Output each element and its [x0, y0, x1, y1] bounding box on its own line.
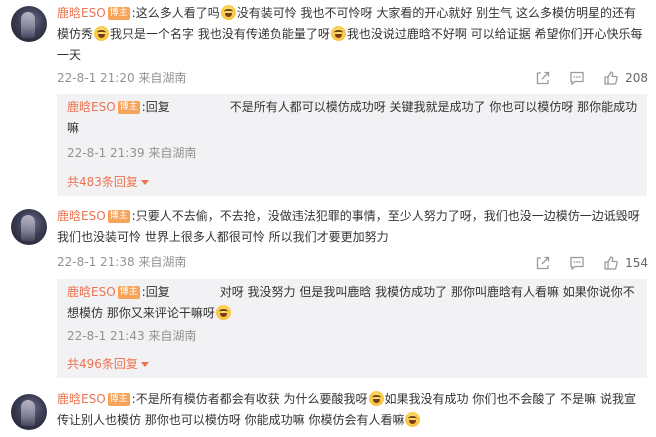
comment-item: 鹿晗ESO 博主:不是所有模仿者都会有收获 为什么要酸我呀 如果我没有成功 你们也不…: [0, 380, 656, 437]
comment-body: :只要人不去偷，不去抢，没做违法犯罪的事情，至少人努力了呀，我们也没一边模仿一边…: [57, 209, 640, 244]
chevron-down-icon: [140, 362, 149, 367]
username[interactable]: 鹿晗ESO: [67, 100, 116, 114]
like-count: 208: [625, 71, 648, 85]
avatar[interactable]: [11, 209, 47, 245]
comment-icon: [570, 256, 584, 271]
blogger-badge: 博主: [107, 210, 130, 223]
reply-prefix: :回复: [141, 100, 170, 114]
avatar[interactable]: [11, 6, 47, 42]
like-button[interactable]: 208: [603, 70, 648, 86]
laugh-cry-emoji-icon: [330, 26, 346, 41]
share-icon: [536, 256, 550, 270]
like-icon: [604, 256, 618, 270]
laugh-cry-emoji-icon: [405, 412, 421, 427]
like-count: 154: [625, 256, 648, 270]
laugh-cry-emoji-icon: [368, 391, 384, 406]
like-button[interactable]: 154: [603, 255, 648, 271]
blogger-badge: 博主: [117, 286, 140, 299]
username[interactable]: 鹿晗ESO: [67, 285, 116, 299]
reply-text: 鹿晗ESO 博主:回复 不是所有人都可以模仿成功呀 关键我就是成功了 你也可以模仿呀…: [67, 97, 639, 139]
comment-text: 鹿晗ESO 博主:只要人不去偷，不去抢，没做违法犯罪的事情，至少人努力了呀，我们也…: [57, 206, 647, 248]
comment-text: 鹿晗ESO 博主:不是所有模仿者都会有收获 为什么要酸我呀 如果我没有成功 你们也不…: [57, 389, 647, 431]
comment-item: 鹿晗ESO 博主:这么多人看了吗 没有装可怜 我也不可怜呀 大家看的开心就好 别生气…: [0, 0, 656, 200]
blogger-badge: 博主: [117, 101, 140, 114]
share-button[interactable]: [535, 70, 551, 86]
reply-box: 鹿晗ESO 博主:回复 对呀 我没努力 但是我叫鹿晗 我模仿成功了 那你叫鹿晗有人看…: [57, 279, 647, 378]
laugh-cry-emoji-icon: [220, 5, 236, 20]
comment-text: 鹿晗ESO 博主:这么多人看了吗 没有装可怜 我也不可怜呀 大家看的开心就好 别生气…: [57, 3, 647, 66]
comment-meta: 22-8-1 21:20 来自湖南: [57, 71, 187, 85]
more-replies-link[interactable]: 共483条回复: [67, 173, 149, 190]
share-button[interactable]: [535, 255, 551, 271]
comment-button[interactable]: [569, 70, 585, 86]
username[interactable]: 鹿晗ESO: [57, 209, 106, 223]
chevron-down-icon: [140, 180, 149, 185]
like-icon: [604, 71, 618, 85]
comment-actions: 154: [517, 254, 648, 272]
reply-box: 鹿晗ESO 博主:回复 不是所有人都可以模仿成功呀 关键我就是成功了 你也可以模仿呀…: [57, 94, 647, 196]
comment-item: 鹿晗ESO 博主:只要人不去偷，不去抢，没做违法犯罪的事情，至少人努力了呀，我们也…: [0, 200, 656, 380]
comment-actions: 208: [517, 69, 648, 87]
more-replies-label: 共483条回复: [67, 175, 138, 189]
username[interactable]: 鹿晗ESO: [57, 392, 106, 406]
blogger-badge: 博主: [107, 7, 130, 20]
share-icon: [536, 71, 550, 85]
laugh-cry-emoji-icon: [215, 305, 231, 320]
more-replies-label: 共496条回复: [67, 357, 138, 371]
laugh-cry-emoji-icon: [94, 26, 110, 41]
comment-meta: 22-8-1 21:38 来自湖南: [57, 255, 187, 269]
blogger-badge: 博主: [107, 393, 130, 406]
reply-text: 鹿晗ESO 博主:回复 对呀 我没努力 但是我叫鹿晗 我模仿成功了 那你叫鹿晗有人看…: [67, 282, 639, 324]
comment-body: :这么多人看了吗: [131, 6, 220, 20]
reply-prefix: :回复: [141, 285, 170, 299]
more-replies-link[interactable]: 共496条回复: [67, 355, 149, 372]
username[interactable]: 鹿晗ESO: [57, 6, 106, 20]
reply-meta: 22-8-1 21:39 来自湖南: [67, 146, 197, 160]
avatar[interactable]: [11, 394, 47, 430]
reply-meta: 22-8-1 21:43 来自湖南: [67, 329, 197, 343]
comment-body: :不是所有模仿者都会有收获 为什么要酸我呀: [131, 392, 368, 406]
comment-body: 我只是一个名字 我也没有传递负能量了呀: [110, 27, 330, 41]
comment-icon: [570, 71, 584, 86]
comment-button[interactable]: [569, 255, 585, 271]
